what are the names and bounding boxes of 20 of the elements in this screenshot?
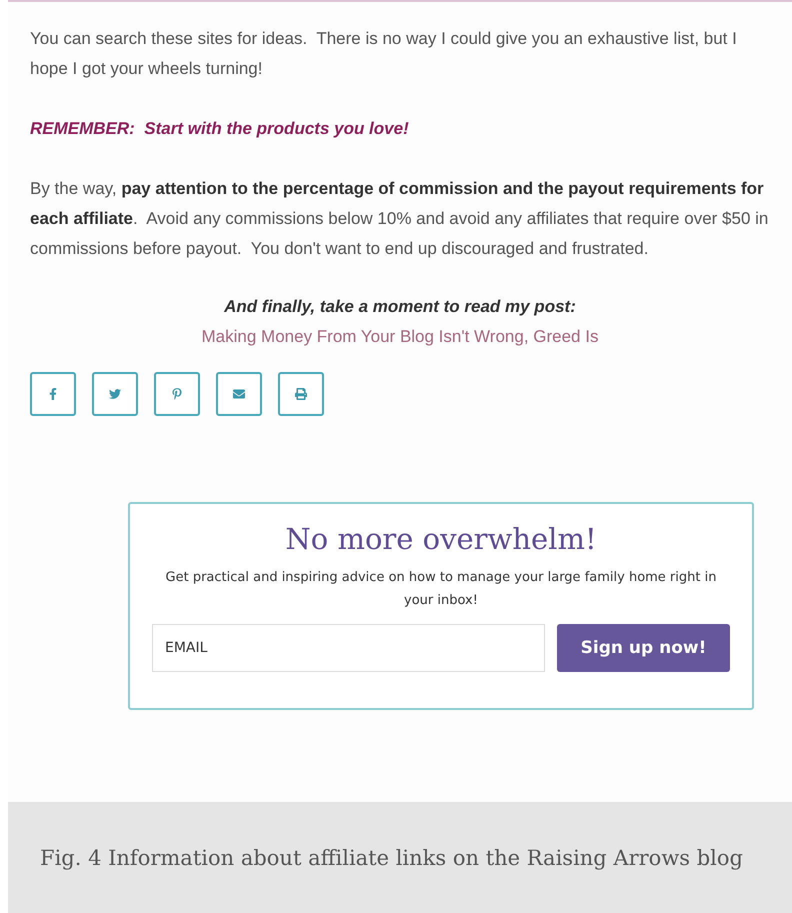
signup-button[interactable]: Sign up now! <box>557 624 730 672</box>
reminder-text: REMEMBER: Start with the products you love! <box>30 118 410 140</box>
signup-title: No more overwhelm! <box>285 522 597 556</box>
facebook-icon <box>47 388 59 400</box>
share-button[interactable] <box>278 372 324 416</box>
post-link[interactable]: Making Money From Your Blog Isn't Wrong, Greed Is <box>202 322 598 352</box>
share-button[interactable] <box>154 372 200 416</box>
signup-description: Get practical and inspiring advice on how to manage your large family home right in your inbox! <box>164 569 718 610</box>
closing-text: And finally, take a moment to read my post: <box>224 296 576 318</box>
email-field[interactable]: EMAIL <box>152 624 545 672</box>
printer-icon <box>295 388 307 400</box>
paragraph: By the way, pay attention to the percentage of commission and the payout requirements for each affiliate. Avoid any commissions below 10% and avoid any affiliates that require over $50 in commissions before payout. You don't want to end up discouraged and frustrated. <box>30 178 770 260</box>
share-button[interactable] <box>216 372 262 416</box>
share-button[interactable] <box>30 372 76 416</box>
envelope-icon <box>233 388 245 400</box>
figure-caption: Fig. 4 Information about affiliate links on the Raising Arrows blog <box>40 846 743 870</box>
bird-icon <box>109 388 121 400</box>
pinterest-icon <box>171 388 183 400</box>
paragraph: You can search these sites for ideas. There is no way I could give you an exhaustive list, but I hope I got your wheels turning! <box>30 28 738 80</box>
share-button[interactable] <box>92 372 138 416</box>
